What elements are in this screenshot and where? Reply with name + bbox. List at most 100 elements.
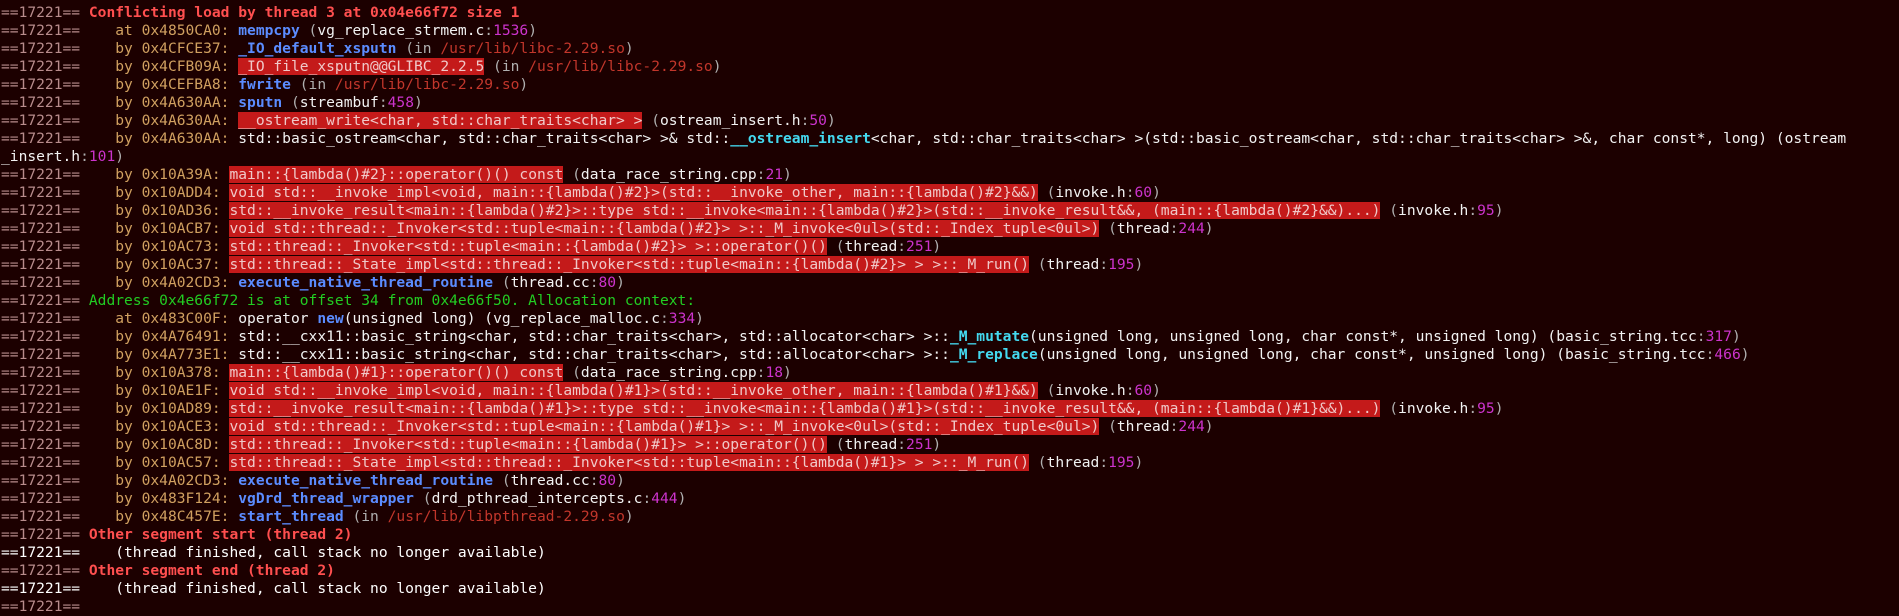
- log-text: main::{lambda()#2}::operator()() const: [229, 166, 564, 183]
- log-text: 195: [1108, 454, 1135, 471]
- log-text: Other segment end (thread 2): [88, 562, 335, 579]
- log-text: ): [1494, 400, 1504, 417]
- pid-prefix: ==17221==: [1, 184, 116, 201]
- log-text: (in: [343, 508, 388, 525]
- log-text: (unsigned long) (: [343, 310, 494, 327]
- log-text: (: [563, 166, 581, 183]
- log-text: (: [826, 238, 845, 255]
- log-text: vg_replace_strmem.c: [317, 22, 485, 39]
- log-text: (: [282, 94, 300, 111]
- log-text: :: [1099, 454, 1109, 471]
- log-text: by 0x10ACB7:: [115, 220, 230, 237]
- log-text: fwrite: [238, 76, 291, 93]
- log-text: :: [1468, 202, 1478, 219]
- terminal-line: ==17221== at 0x4850CA0: mempcpy (vg_repl…: [0, 22, 1899, 40]
- log-text: (: [1380, 202, 1399, 219]
- pid-prefix: ==17221==: [1, 4, 89, 21]
- log-text: ): [932, 436, 942, 453]
- log-text: 251: [906, 436, 933, 453]
- log-text: by 0x4A02CD3:: [115, 472, 239, 489]
- log-text: basic_string.tcc: [1564, 346, 1706, 363]
- log-text: by 0x10A39A:: [115, 166, 230, 183]
- log-text: (in: [484, 58, 529, 75]
- log-text: 317: [1705, 328, 1732, 345]
- log-text: invoke.h: [1055, 184, 1126, 201]
- log-text: :: [1099, 256, 1109, 273]
- log-text: 60: [1134, 184, 1153, 201]
- log-text: __ostream_insert: [730, 130, 871, 147]
- log-text: :: [897, 436, 907, 453]
- log-text: std::__cxx11::basic_string<char, std::ch…: [238, 328, 950, 345]
- log-text: ): [1152, 382, 1161, 399]
- terminal-line: ==17221== by 0x4A630AA: __ostream_write<…: [0, 112, 1899, 130]
- terminal-line: ==17221== by 0x483F124: vgDrd_thread_wra…: [0, 490, 1899, 508]
- terminal-line: ==17221== Conflicting load by thread 3 a…: [0, 4, 1899, 22]
- log-text: /usr/lib/libc-2.29.so: [334, 76, 520, 93]
- log-text: thread: [844, 238, 898, 255]
- log-text: Address 0x4e66f72 is at offset 34 from 0…: [88, 292, 696, 309]
- pid-prefix: ==17221==: [1, 58, 116, 75]
- terminal-line: ==17221==: [0, 598, 1899, 616]
- log-text: at 0x4850CA0:: [115, 22, 239, 39]
- log-text: ): [677, 490, 687, 507]
- log-text: _M_replace: [949, 346, 1038, 363]
- terminal-line: ==17221== at 0x483C00F: operator new(uns…: [0, 310, 1899, 328]
- pid-prefix: ==17221==: [1, 328, 116, 345]
- log-text: (thread finished, call stack no longer a…: [115, 544, 546, 561]
- log-text: (: [563, 364, 581, 381]
- log-text: 21: [765, 166, 784, 183]
- log-text: /usr/lib/libc-2.29.so: [528, 58, 713, 75]
- log-text: thread: [1116, 220, 1170, 237]
- log-text: by 0x4A630AA:: [115, 94, 239, 111]
- log-text: /usr/lib/libpthread-2.29.so: [387, 508, 625, 525]
- pid-prefix: ==17221==: [1, 310, 116, 327]
- log-text: std::thread::_Invoker<std::tuple<main::{…: [229, 238, 827, 255]
- pid-prefix: ==17221==: [1, 544, 116, 561]
- pid-prefix: ==17221==: [1, 202, 116, 219]
- log-text: ): [616, 274, 625, 291]
- log-text: by 0x10AC37:: [115, 256, 230, 273]
- log-text: :: [642, 490, 652, 507]
- log-text: ): [1740, 346, 1750, 363]
- pid-prefix: ==17221==: [1, 472, 116, 489]
- terminal-line: ==17221== by 0x4A76491: std::__cxx11::ba…: [0, 328, 1899, 346]
- log-text: ): [616, 472, 625, 489]
- pid-prefix: ==17221==: [1, 418, 116, 435]
- terminal-line: ==17221== by 0x4A630AA: std::basic_ostre…: [0, 130, 1899, 148]
- log-text: 458: [387, 94, 414, 111]
- log-text: by 0x4A773E1:: [115, 346, 239, 363]
- pid-prefix: ==17221==: [1, 346, 116, 363]
- log-text: by 0x4A76491:: [115, 328, 239, 345]
- log-text: (: [1029, 256, 1047, 273]
- pid-prefix: ==17221==: [1, 76, 116, 93]
- log-text: Other segment start (thread 2): [88, 526, 353, 543]
- log-text: execute_native_thread_routine: [238, 274, 494, 291]
- log-text: ): [519, 76, 529, 93]
- log-text: (: [413, 490, 432, 507]
- log-text: ): [1134, 256, 1144, 273]
- pid-prefix: ==17221==: [1, 112, 116, 129]
- log-text: by 0x48C457E:: [115, 508, 239, 525]
- log-text: thread.cc: [510, 274, 590, 291]
- log-text: by 0x10AD36:: [115, 202, 230, 219]
- log-text: (: [299, 22, 318, 39]
- log-text: 334: [668, 310, 696, 327]
- log-text: 95: [1477, 400, 1495, 417]
- log-text: vg_replace_malloc.c: [493, 310, 660, 327]
- terminal-line: ==17221== by 0x4CFB09A: _IO_file_xsputn@…: [0, 58, 1899, 76]
- log-text: ): [1204, 418, 1214, 435]
- log-text: (unsigned long, unsigned long, char cons…: [1029, 328, 1557, 345]
- log-text: by 0x483F124:: [115, 490, 239, 507]
- log-text: (thread finished, call stack no longer a…: [115, 580, 546, 597]
- terminal-output[interactable]: ==17221== Conflicting load by thread 3 a…: [0, 0, 1899, 616]
- log-text: Conflicting load by thread 3 at 0x04e66f…: [88, 4, 520, 21]
- log-text: std::__invoke_result<main::{lambda()#1}>…: [229, 400, 1381, 417]
- terminal-line: ==17221== by 0x10A39A: main::{lambda()#2…: [0, 166, 1899, 184]
- log-text: vgDrd_thread_wrapper: [238, 490, 414, 507]
- log-text: 60: [1134, 382, 1153, 399]
- log-text: :: [589, 472, 599, 489]
- log-text: by 0x10ACE3:: [115, 418, 230, 435]
- terminal-line: ==17221== Address 0x4e66f72 is at offset…: [0, 292, 1899, 310]
- log-text: mempcpy: [238, 22, 300, 39]
- log-text: start_thread: [238, 508, 344, 525]
